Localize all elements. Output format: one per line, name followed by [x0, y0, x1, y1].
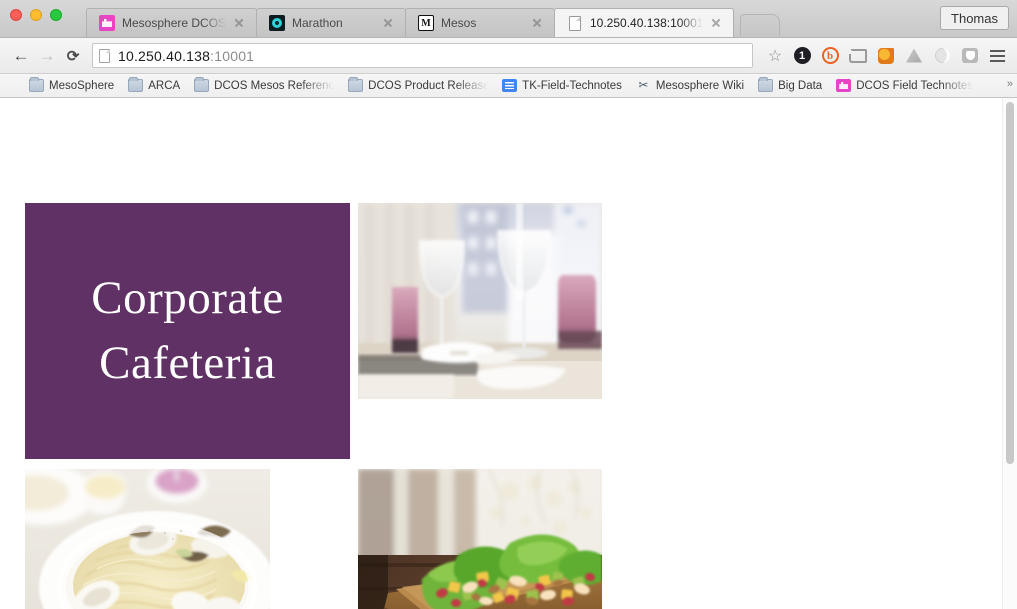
close-icon[interactable] [530, 16, 544, 30]
tab-title: Mesos [441, 16, 477, 30]
bookmark-label: TK-Field-Technotes [522, 79, 622, 92]
bookmark-label: DCOS Field Technotes [856, 79, 973, 92]
tab-title: 10.250.40.138:10001 [590, 16, 704, 30]
tab-list: Mesosphere DCOS Marathon M Mesos 10.250.… [86, 0, 780, 37]
zoom-window-button[interactable] [50, 9, 62, 21]
minimize-window-button[interactable] [30, 9, 42, 21]
folder-icon [29, 77, 44, 92]
bookmark-label: ARCA [148, 79, 181, 92]
url-host: 10.250.40.138 [118, 47, 211, 64]
notification-count: 1 [793, 47, 811, 64]
tab-title: Marathon [292, 16, 343, 30]
bookmark-label: DCOS Product Release [368, 79, 489, 92]
back-icon[interactable]: ← [8, 43, 34, 69]
tab-mesosphere-dcos[interactable]: Mesosphere DCOS [86, 8, 258, 37]
tab-mesos[interactable]: M Mesos [405, 8, 556, 37]
wine-glasses-photo[interactable] [358, 203, 602, 399]
bookmark-dcos-product-release[interactable]: DCOS Product Release [341, 76, 495, 96]
page-title: Corporate Cafeteria [91, 266, 283, 396]
page-icon [569, 15, 582, 31]
pocket-icon[interactable] [957, 43, 983, 69]
photo-frame [358, 203, 602, 399]
profile-button[interactable]: Thomas [940, 6, 1009, 30]
browser-window: Mesosphere DCOS Marathon M Mesos 10.250.… [0, 0, 1017, 609]
url-port: :10001 [210, 47, 255, 64]
browser-toolbar: ← → ⟳ 10.250.40.138:10001 ☆ 1 b [0, 38, 1017, 74]
address-bar-text: 10.250.40.138:10001 [118, 48, 254, 64]
bookmark-mesosphere-wiki[interactable]: ✂ Mesosphere Wiki [629, 76, 751, 96]
scissors-icon: ✂ [638, 78, 649, 92]
notification-badge-icon[interactable]: 1 [789, 43, 815, 69]
close-icon[interactable] [232, 16, 246, 30]
forward-icon[interactable]: → [34, 43, 60, 69]
hero-title-card[interactable]: Corporate Cafeteria [25, 203, 350, 459]
google-doc-icon [502, 79, 518, 92]
bitly-icon[interactable]: b [817, 43, 843, 69]
bookmarks-overflow-icon[interactable]: » [1007, 78, 1013, 90]
bookmarks-bar: MesoSphere ARCA DCOS Mesos Reference DCO… [0, 74, 1017, 98]
close-icon[interactable] [381, 16, 395, 30]
window-controls [10, 9, 62, 21]
bookmark-dcos-mesos-reference[interactable]: DCOS Mesos Reference [187, 76, 341, 96]
reload-icon[interactable]: ⟳ [60, 43, 86, 69]
address-bar[interactable]: 10.250.40.138:10001 [92, 43, 753, 68]
bookmark-label: DCOS Mesos Reference [214, 79, 335, 92]
bookmark-star-icon[interactable]: ☆ [761, 43, 789, 69]
tab-title: Mesosphere DCOS [122, 16, 227, 30]
bookmark-big-data[interactable]: Big Data [751, 76, 829, 96]
tab-cafeteria-app[interactable]: 10.250.40.138:10001 [554, 8, 735, 37]
page-info-icon[interactable] [99, 48, 110, 63]
bookmark-tk-field-technotes[interactable]: TK-Field-Technotes [495, 76, 629, 96]
tab-strip: Mesosphere DCOS Marathon M Mesos 10.250.… [0, 0, 1017, 38]
cafeteria-page: Corporate Cafeteria [0, 98, 1017, 609]
bookmark-arca[interactable]: ARCA [121, 76, 187, 96]
dcos-icon [836, 79, 852, 92]
photo-frame [25, 469, 270, 609]
mesos-icon: M [418, 15, 435, 31]
evernote-icon[interactable] [873, 43, 899, 69]
hero-line-2: Cafeteria [99, 337, 276, 389]
extension-toolbar: 1 b [789, 43, 983, 69]
lettuce-wraps-photo[interactable] [358, 469, 602, 609]
marathon-icon [269, 15, 286, 31]
bookmark-label: Mesosphere Wiki [655, 79, 745, 92]
folder-icon [348, 77, 364, 92]
folder-icon [758, 77, 774, 92]
bookmark-dcos-field-technotes[interactable]: DCOS Field Technotes [829, 76, 980, 96]
folder-icon [194, 77, 210, 92]
chrome-menu-icon[interactable] [985, 43, 1009, 69]
scroll-thumb[interactable] [1006, 102, 1014, 464]
tab-marathon[interactable]: Marathon [256, 8, 407, 37]
moon-reader-icon[interactable] [929, 43, 955, 69]
dcos-icon [99, 15, 115, 31]
page-viewport: Corporate Cafeteria [0, 98, 1017, 609]
cast-icon[interactable] [845, 43, 871, 69]
new-tab-button[interactable] [739, 14, 780, 36]
close-icon[interactable] [710, 16, 724, 30]
page-scrollbar[interactable] [1002, 98, 1017, 609]
close-window-button[interactable] [10, 9, 22, 21]
hero-line-1: Corporate [91, 272, 284, 325]
folder-icon [128, 77, 144, 92]
bookmark-label: Big Data [778, 79, 823, 92]
bookmark-mesosphere[interactable]: MesoSphere [22, 76, 121, 96]
bookmark-label: MesoSphere [49, 79, 115, 92]
google-drive-icon[interactable] [901, 43, 927, 69]
clam-linguine-photo[interactable] [25, 469, 270, 609]
bitly-glyph: b [821, 47, 839, 64]
photo-frame [358, 469, 602, 609]
